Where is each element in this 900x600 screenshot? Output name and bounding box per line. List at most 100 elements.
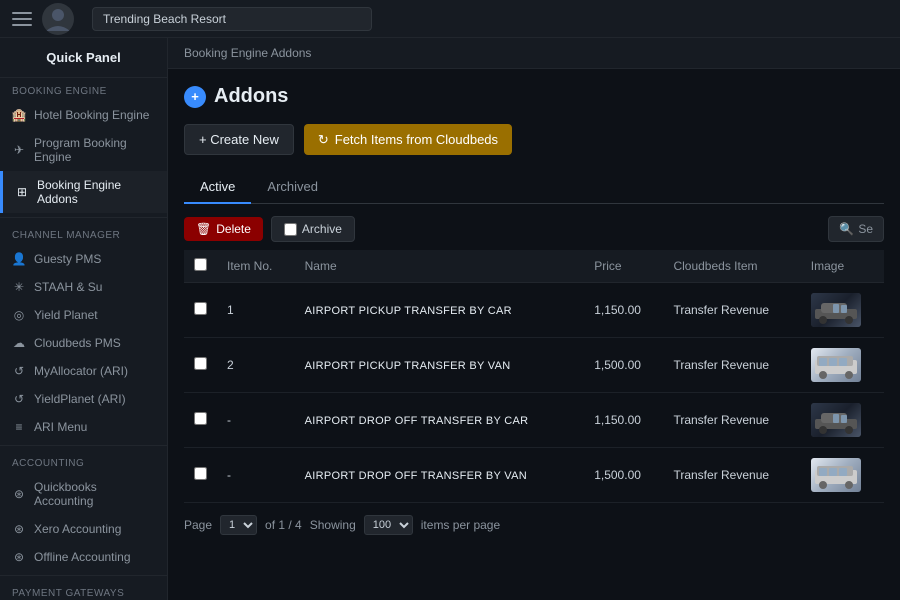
- page-select[interactable]: 1: [220, 515, 257, 535]
- pagination: Page 1 of 1 / 4 Showing 100 50 25 items …: [184, 515, 884, 535]
- row-cloudbeds-item: Transfer Revenue: [663, 393, 800, 448]
- item-thumbnail: [811, 348, 861, 382]
- quickbooks-icon: ⊛: [12, 487, 26, 501]
- per-page-select[interactable]: 100 50 25: [364, 515, 413, 535]
- fetch-cloudbeds-button[interactable]: ↻ Fetch Items from Cloudbeds: [304, 124, 512, 155]
- thumbnail-placeholder: [811, 458, 861, 492]
- thumbnail-placeholder: [811, 348, 861, 382]
- sidebar-section-accounting: Accounting: [0, 450, 167, 473]
- item-name-text: AIRPORT PICKUP TRANSFER BY VAN: [305, 360, 511, 372]
- sidebar-label: Yield Planet: [34, 308, 98, 322]
- search-icon: 🔍: [839, 222, 854, 236]
- row-image: [801, 448, 884, 503]
- item-thumbnail: [811, 293, 861, 327]
- row-cloudbeds-item: Transfer Revenue: [663, 338, 800, 393]
- sidebar-item-quickbooks-accounting[interactable]: ⊛ Quickbooks Accounting: [0, 473, 167, 515]
- addons-icon: ⊞: [15, 185, 29, 199]
- create-new-button[interactable]: + Create New: [184, 124, 294, 155]
- sidebar-item-yieldplanet-ari[interactable]: ↺ YieldPlanet (ARI): [0, 385, 167, 413]
- col-cloudbeds-item: Cloudbeds Item: [663, 250, 800, 283]
- table-header: Item No. Name Price Cloudbeds Item Image: [184, 250, 884, 283]
- topbar-search-input[interactable]: Trending Beach Resort: [92, 7, 372, 31]
- content-area: Booking Engine Addons + Addons + Create …: [168, 38, 900, 600]
- sidebar-item-cloudbeds-pms[interactable]: ☁ Cloudbeds PMS: [0, 329, 167, 357]
- row-checkbox[interactable]: [194, 467, 207, 480]
- sidebar-item-staah-su[interactable]: ✳ STAAH & Su: [0, 273, 167, 301]
- fetch-label: Fetch Items from Cloudbeds: [335, 132, 498, 147]
- breadcrumb: Booking Engine Addons: [168, 38, 900, 69]
- menu-icon[interactable]: [12, 12, 32, 26]
- circle-icon: ◎: [12, 308, 26, 322]
- row-name: AIRPORT PICKUP TRANSFER BY CAR: [295, 283, 585, 338]
- row-image: [801, 393, 884, 448]
- table-row: 1AIRPORT PICKUP TRANSFER BY CAR1,150.00T…: [184, 283, 884, 338]
- page-label: Page: [184, 518, 212, 532]
- archive-button[interactable]: Archive: [271, 216, 355, 242]
- menu2-icon: ≡: [12, 420, 26, 434]
- row-checkbox[interactable]: [194, 302, 207, 315]
- tabs: Active Archived: [184, 171, 884, 204]
- page-title-area: + Addons: [184, 85, 884, 108]
- sidebar-section-booking-engine: Booking Engine: [0, 78, 167, 101]
- row-checkbox[interactable]: [194, 357, 207, 370]
- trash-icon: 🗑: [196, 222, 211, 236]
- col-name: Name: [295, 250, 585, 283]
- col-item-no: Item No.: [217, 250, 295, 283]
- row-checkbox-cell: [184, 283, 217, 338]
- row-name: AIRPORT DROP OFF TRANSFER BY CAR: [295, 393, 585, 448]
- row-image: [801, 338, 884, 393]
- search-button[interactable]: 🔍 Se: [828, 216, 884, 242]
- row-name: AIRPORT DROP OFF TRANSFER BY VAN: [295, 448, 585, 503]
- sidebar-item-yield-planet[interactable]: ◎ Yield Planet: [0, 301, 167, 329]
- sidebar-quick-panel-label: Quick Panel: [0, 38, 167, 78]
- row-price: 1,150.00: [584, 283, 663, 338]
- thumbnail-placeholder: [811, 403, 861, 437]
- sidebar-item-booking-engine-addons[interactable]: ⊞ Booking Engine Addons: [0, 171, 167, 213]
- sidebar-label: Xero Accounting: [34, 522, 121, 536]
- tab-archived[interactable]: Archived: [251, 171, 334, 204]
- sidebar-label: STAAH & Su: [34, 280, 102, 294]
- row-price: 1,150.00: [584, 393, 663, 448]
- search-label: Se: [858, 222, 873, 236]
- select-all-checkbox[interactable]: [194, 258, 207, 271]
- row-cloudbeds-item: Transfer Revenue: [663, 283, 800, 338]
- archive-checkbox[interactable]: [284, 223, 297, 236]
- sidebar-label: Program Booking Engine: [34, 136, 155, 164]
- xero-icon: ⊛: [12, 522, 26, 536]
- archive-label: Archive: [302, 222, 342, 236]
- row-checkbox-cell: [184, 393, 217, 448]
- table-body: 1AIRPORT PICKUP TRANSFER BY CAR1,150.00T…: [184, 283, 884, 503]
- row-item-no: 1: [217, 283, 295, 338]
- row-price: 1,500.00: [584, 448, 663, 503]
- table-controls-left: 🗑 Delete Archive: [184, 216, 355, 242]
- sidebar-item-offline-accounting[interactable]: ⊛ Offline Accounting: [0, 543, 167, 571]
- row-image: [801, 283, 884, 338]
- row-checkbox-cell: [184, 338, 217, 393]
- table-controls: 🗑 Delete Archive 🔍 Se: [184, 216, 884, 242]
- data-table: Item No. Name Price Cloudbeds Item Image…: [184, 250, 884, 503]
- row-checkbox[interactable]: [194, 412, 207, 425]
- col-price: Price: [584, 250, 663, 283]
- sidebar-item-guesty-pms[interactable]: 👤 Guesty PMS: [0, 245, 167, 273]
- tab-active[interactable]: Active: [184, 171, 251, 204]
- table-row: -AIRPORT DROP OFF TRANSFER BY CAR1,150.0…: [184, 393, 884, 448]
- sidebar-item-program-booking-engine[interactable]: ✈ Program Booking Engine: [0, 129, 167, 171]
- sidebar-label: MyAllocator (ARI): [34, 364, 128, 378]
- sidebar-item-ari-menu[interactable]: ≡ ARI Menu: [0, 413, 167, 441]
- col-image: Image: [801, 250, 884, 283]
- star-icon: ✳: [12, 280, 26, 294]
- refresh-icon: ↺: [12, 364, 26, 378]
- sidebar-label: YieldPlanet (ARI): [34, 392, 126, 406]
- sidebar: Quick Panel Booking Engine 🏨 Hotel Booki…: [0, 38, 168, 600]
- sidebar-item-myallocator-ari[interactable]: ↺ MyAllocator (ARI): [0, 357, 167, 385]
- of-text: of 1 / 4: [265, 518, 302, 532]
- logo-image: [42, 3, 74, 35]
- col-checkbox: [184, 250, 217, 283]
- sidebar-item-xero-accounting[interactable]: ⊛ Xero Accounting: [0, 515, 167, 543]
- item-thumbnail: [811, 403, 861, 437]
- row-name: AIRPORT PICKUP TRANSFER BY VAN: [295, 338, 585, 393]
- sidebar-label: Booking Engine Addons: [37, 178, 155, 206]
- sidebar-item-hotel-booking-engine[interactable]: 🏨 Hotel Booking Engine: [0, 101, 167, 129]
- delete-button[interactable]: 🗑 Delete: [184, 217, 263, 241]
- sidebar-section-payment-gateways: Payment Gateways: [0, 580, 167, 600]
